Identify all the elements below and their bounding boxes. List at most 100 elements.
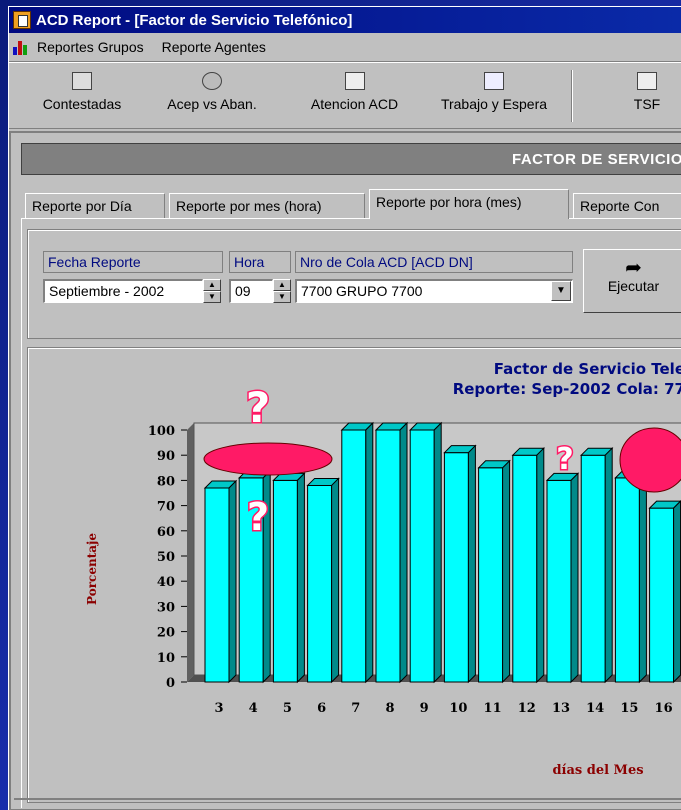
bar — [307, 484, 333, 683]
hora-field[interactable]: 09 — [229, 279, 273, 303]
ejecutar-button[interactable]: ➦ Ejecutar — [583, 249, 681, 313]
bar-side — [536, 446, 545, 684]
app-icon — [13, 11, 31, 29]
phone-icon — [202, 72, 222, 90]
spin-down-icon[interactable]: ▼ — [273, 291, 291, 303]
question-mark-icon: ? — [556, 442, 573, 477]
bar-side — [673, 500, 681, 684]
bar-side — [604, 446, 613, 684]
bar-side — [365, 421, 374, 684]
bar-side — [331, 477, 340, 684]
y-axis-label: Porcentaje — [85, 533, 99, 605]
chart-subtitle: Reporte: Sep-2002 Cola: 77 — [453, 380, 681, 398]
title-bar[interactable]: ACD Report - [Factor de Servicio Telefón… — [9, 7, 681, 33]
x-tick-label: 10 — [449, 701, 467, 716]
tab-label: Reporte por Día — [32, 198, 132, 214]
menu-bar: Reportes Grupos Reporte Agentes — [9, 35, 681, 59]
x-tick-label: 11 — [484, 701, 502, 716]
fecha-reporte-label: Fecha Reporte — [43, 251, 223, 273]
mdi-client: FACTOR DE SERVICIO Reporte por Día Repor… — [9, 131, 681, 810]
x-tick-label: 3 — [214, 701, 223, 716]
fecha-spinner[interactable]: ▲ ▼ — [203, 279, 221, 303]
menu-reportes-grupos[interactable]: Reportes Grupos — [37, 39, 144, 55]
spin-up-icon[interactable]: ▲ — [273, 279, 291, 291]
trabajo-y-espera-button[interactable]: Trabajo y Espera — [429, 68, 559, 124]
bar — [546, 479, 572, 683]
bar — [409, 429, 435, 683]
bar-side — [433, 421, 442, 684]
x-tick-label: 7 — [351, 701, 360, 716]
y-tick-label: 60 — [157, 525, 175, 540]
tsf-label: TSF — [633, 96, 661, 112]
x-tick-label: 15 — [620, 701, 638, 716]
fecha-reporte-field[interactable]: Septiembre - 2002 — [43, 279, 203, 303]
y-tick-label: 30 — [157, 600, 175, 615]
x-tick-label: 4 — [249, 701, 258, 716]
bar-side — [570, 472, 579, 684]
bar — [478, 467, 504, 683]
hora-spinner[interactable]: ▲ ▼ — [273, 279, 291, 303]
bar — [443, 452, 469, 683]
chart-icon — [344, 72, 365, 90]
x-tick-label: 5 — [283, 701, 292, 716]
spin-down-icon[interactable]: ▼ — [203, 291, 221, 303]
x-tick-label: 6 — [317, 701, 326, 716]
bar-chart-icon — [13, 39, 31, 55]
bar — [580, 454, 606, 683]
hora-label: Hora — [229, 251, 291, 273]
bar-side — [296, 472, 305, 684]
y-tick-label: 50 — [157, 550, 175, 565]
y-tick-label: 0 — [166, 676, 175, 691]
forward-arrow-icon: ➦ — [625, 257, 642, 279]
tab-reporte-con[interactable]: Reporte Con — [573, 193, 681, 219]
y-tick-label: 20 — [157, 626, 175, 641]
window-title: ACD Report - [Factor de Servicio Telefón… — [36, 11, 353, 29]
tab-reporte-por-dia[interactable]: Reporte por Día — [25, 193, 165, 219]
bar — [272, 479, 298, 683]
inbox-icon — [72, 72, 92, 90]
x-axis-label: días del Mes — [552, 763, 643, 778]
bar — [341, 429, 367, 683]
bar — [375, 429, 401, 683]
y-tick-label: 70 — [157, 500, 175, 515]
cola-acd-select[interactable]: 7700 GRUPO 7700 — [295, 279, 573, 303]
bar — [649, 507, 675, 683]
chart-title: Factor de Servicio Tele — [494, 360, 681, 378]
atencion-acd-button[interactable]: Atencion ACD — [297, 68, 412, 124]
bar-side — [467, 444, 476, 684]
menu-reporte-agentes[interactable]: Reporte Agentes — [162, 39, 266, 55]
acep-vs-aban-button[interactable]: Acep vs Aban. — [157, 68, 267, 124]
x-tick-label: 13 — [552, 701, 570, 716]
bar-side — [228, 479, 237, 684]
app-window: ACD Report - [Factor de Servicio Telefón… — [8, 6, 681, 810]
x-tick-label: 12 — [518, 701, 536, 716]
table-icon — [637, 72, 657, 90]
chart-panel: Factor de Servicio Tele Reporte: Sep-2002… — [27, 347, 681, 803]
y-tick-label: 40 — [157, 575, 175, 590]
tab-reporte-por-mes-hora[interactable]: Reporte por mes (hora) — [169, 193, 365, 219]
bar-side — [399, 421, 408, 684]
toolbar-separator — [571, 70, 573, 122]
status-bar — [14, 798, 681, 810]
contestadas-label: Contestadas — [42, 96, 122, 112]
banner-title: FACTOR DE SERVICIO — [512, 150, 681, 168]
question-mark-icon: ? — [247, 495, 269, 539]
bar-side — [502, 459, 511, 684]
spin-up-icon[interactable]: ▲ — [203, 279, 221, 291]
y-tick-label: 100 — [148, 424, 175, 439]
ejecutar-label: Ejecutar — [607, 278, 660, 294]
tab-label: Reporte por mes (hora) — [176, 198, 322, 214]
tab-label: Reporte Con — [580, 198, 660, 214]
tsf-button[interactable]: TSF — [617, 68, 677, 124]
chevron-down-icon[interactable]: ▼ — [551, 281, 571, 301]
tab-strip: Reporte por Día Reporte por mes (hora) R… — [25, 189, 681, 219]
question-mark-icon: ? — [246, 383, 270, 432]
bar — [614, 477, 640, 683]
grid-icon — [484, 72, 504, 90]
trabajo-y-espera-label: Trabajo y Espera — [440, 96, 548, 112]
atencion-acd-label: Atencion ACD — [310, 96, 399, 112]
tab-label: Reporte por hora (mes) — [376, 194, 522, 210]
tab-reporte-por-hora-mes[interactable]: Reporte por hora (mes) — [369, 189, 569, 219]
contestadas-button[interactable]: Contestadas — [27, 68, 137, 124]
x-tick-label: 9 — [420, 701, 429, 716]
